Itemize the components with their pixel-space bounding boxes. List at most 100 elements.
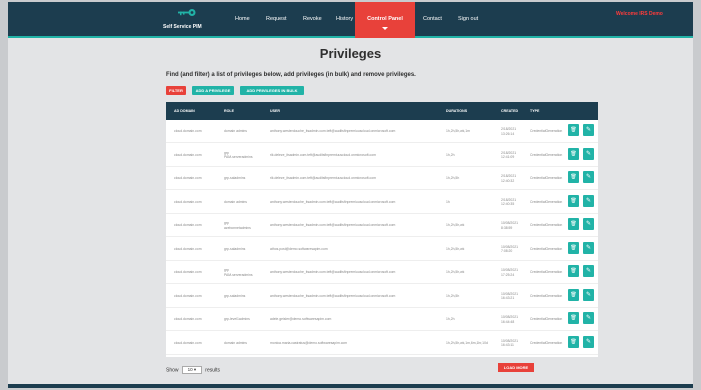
welcome-user[interactable]: Welcome IRS Demo bbox=[616, 11, 663, 17]
cell-durations: 1h,2h,5h,wk,1m,6m,1hr,10d bbox=[446, 340, 488, 345]
delete-icon[interactable]: 🗑 bbox=[568, 288, 579, 301]
cell-durations: 1h,2h,5h,wk bbox=[446, 270, 465, 274]
header-created[interactable]: CREATED bbox=[501, 109, 518, 113]
edit-icon[interactable]: ✎ bbox=[583, 241, 594, 254]
table-row: cloud.domain.com domain admins anthony.wes… bbox=[166, 191, 598, 214]
edit-icon[interactable]: ✎ bbox=[583, 312, 594, 324]
cell-durations: 1h,2h,5h,wk bbox=[446, 246, 465, 251]
cell-role: grp-saladmins bbox=[224, 246, 246, 251]
chevron-down-icon bbox=[382, 27, 388, 30]
cell-role: domain admins bbox=[224, 340, 247, 345]
cell-user: monica.maria.castratus@demo.softwaresapi… bbox=[270, 340, 348, 345]
cell-durations: 1h,2h bbox=[446, 317, 455, 321]
cell-type: CredentialGeneration bbox=[530, 293, 563, 298]
cell-domain: cloud.domain.com bbox=[174, 176, 202, 180]
delete-icon[interactable]: 🗑 bbox=[568, 241, 579, 254]
cell-created: 2/18/2021 12:40:35 bbox=[501, 197, 517, 207]
cell-durations: 1h,2h,5h,wk bbox=[446, 223, 465, 227]
table-header: AD DOMAIN ROLE USER DURATIONS CREATED TY… bbox=[166, 102, 598, 120]
edit-icon[interactable]: ✎ bbox=[583, 194, 594, 207]
edit-icon[interactable]: ✎ bbox=[583, 288, 594, 301]
cell-domain: cloud.domain.com bbox=[174, 246, 202, 251]
header-role[interactable]: ROLE bbox=[224, 109, 234, 113]
cell-user: anthony.westerdouche_itsadmin.com.teft@a… bbox=[270, 270, 396, 274]
page-size-select[interactable]: 10 ▾ bbox=[181, 366, 202, 374]
delete-icon[interactable]: 🗑 bbox=[568, 312, 579, 324]
cell-role: grp-saladmins bbox=[224, 176, 246, 180]
cell-type: CredentialGeneration bbox=[530, 176, 563, 180]
cell-user: anthony.westerdouche_itsadmin.com.teft@a… bbox=[270, 293, 396, 298]
delete-icon[interactable]: 🗑 bbox=[568, 171, 579, 183]
nav-control-panel[interactable]: Control Panel bbox=[355, 2, 415, 38]
cell-domain: cloud.domain.com bbox=[174, 293, 202, 298]
load-more-button[interactable]: LOAD MORE bbox=[498, 363, 534, 372]
nav-home[interactable]: Home bbox=[235, 16, 250, 22]
privileges-table: AD DOMAIN ROLE USER DURATIONS CREATED TY… bbox=[166, 102, 598, 357]
page-subtitle: Find (and filter) a list of privileges b… bbox=[166, 72, 416, 78]
app-frame: Self Service PIM Home Request Revoke His… bbox=[8, 2, 693, 388]
table-row: cloud.domain.com grp PAM-serveradmins antho… bbox=[166, 261, 598, 284]
edit-icon[interactable]: ✎ bbox=[583, 218, 594, 230]
table-row: cloud.domain.com domain admins anthony.wes… bbox=[166, 120, 598, 143]
cell-created: 2/18/2021 12:41:09 bbox=[501, 150, 517, 160]
nav-history[interactable]: History bbox=[336, 16, 353, 22]
cell-user: anthony.westerdouche_itsadmin.com.teft@a… bbox=[270, 199, 396, 204]
show-label: Show bbox=[166, 367, 179, 374]
cell-domain: cloud.domain.com bbox=[174, 152, 202, 157]
header-ad-domain[interactable]: AD DOMAIN bbox=[174, 109, 195, 113]
cell-user: anthony.westerdouche_itsadmin.com.teft@a… bbox=[270, 129, 396, 133]
cell-created: 10/08/2021 16:44:48 bbox=[501, 315, 518, 324]
cell-created: 10/08/2021 16:43:21 bbox=[501, 291, 518, 301]
edit-icon[interactable]: ✎ bbox=[583, 171, 594, 183]
cell-domain: cloud.domain.com bbox=[174, 270, 202, 274]
table-row: cloud.domain.com grp azebonnetadmins anthon… bbox=[166, 214, 598, 237]
cell-user: rik.deleze_itsadmin.com.teft@auditsfinpr… bbox=[270, 176, 376, 180]
edit-icon[interactable]: ✎ bbox=[583, 124, 594, 136]
page-size-control: Show 10 ▾ results bbox=[166, 366, 220, 374]
delete-icon[interactable]: 🗑 bbox=[568, 194, 579, 207]
cell-role: grp azebonnetadmins bbox=[224, 221, 251, 230]
cell-created: 10/08/2021 16:43:11 bbox=[501, 338, 518, 348]
results-label: results bbox=[205, 367, 221, 374]
cell-role: grp PAM-serveradmins bbox=[224, 150, 253, 160]
delete-icon[interactable]: 🗑 bbox=[568, 218, 579, 230]
header-type[interactable]: TYPE bbox=[530, 109, 539, 113]
table-row: cloud.domain.com domain admins monica.mari… bbox=[166, 332, 598, 355]
cell-domain: cloud.domain.com bbox=[174, 199, 202, 204]
cell-role: grp PAM-serveradmins bbox=[224, 268, 253, 277]
header-durations[interactable]: DURATIONS bbox=[446, 109, 467, 113]
cell-role: grp-saladmins bbox=[224, 293, 246, 298]
cell-role: grp-level1admins bbox=[224, 317, 250, 321]
delete-icon[interactable]: 🗑 bbox=[568, 124, 579, 136]
delete-icon[interactable]: 🗑 bbox=[568, 147, 579, 160]
cell-domain: cloud.domain.com bbox=[174, 317, 202, 321]
add-privilege-button[interactable]: ADD A PRIVILEGE bbox=[192, 86, 234, 95]
nav-contact[interactable]: Contact bbox=[423, 16, 442, 22]
cell-user: anthony.westerdouche_itsadmin.com.teft@a… bbox=[270, 223, 396, 227]
table-row: cloud.domain.com grp-saladmins athos.post@… bbox=[166, 238, 598, 261]
cell-role: domain admins bbox=[224, 129, 247, 133]
header-user[interactable]: USER bbox=[270, 109, 280, 113]
delete-icon[interactable]: 🗑 bbox=[568, 335, 579, 348]
cell-type: CredentialGeneration bbox=[530, 340, 563, 345]
nav-sign-out[interactable]: Sign out bbox=[458, 16, 478, 22]
edit-icon[interactable]: ✎ bbox=[583, 147, 594, 160]
cell-user: athos.post@demo.softwaresapim.com bbox=[270, 246, 328, 251]
cell-domain: cloud.domain.com bbox=[174, 223, 202, 227]
nav-revoke[interactable]: Revoke bbox=[303, 16, 322, 22]
cell-type: CredentialGeneration bbox=[530, 317, 563, 321]
cell-domain: cloud.domain.com bbox=[174, 340, 202, 345]
edit-icon[interactable]: ✎ bbox=[583, 265, 594, 277]
cell-domain: cloud.domain.com bbox=[174, 129, 202, 133]
delete-icon[interactable]: 🗑 bbox=[568, 265, 579, 277]
edit-icon[interactable]: ✎ bbox=[583, 335, 594, 348]
logo[interactable]: Self Service PIM bbox=[163, 6, 213, 34]
add-privileges-bulk-button[interactable]: ADD PRIVILEGES IN BULK bbox=[240, 86, 304, 95]
cell-type: CredentialGeneration bbox=[530, 199, 563, 204]
table-row: cloud.domain.com grp PAM-serveradmins rik.d… bbox=[166, 144, 598, 167]
cell-type: CredentialGeneration bbox=[530, 129, 563, 133]
page-title: Privileges bbox=[319, 46, 382, 61]
cell-created: 2/18/2021 13:26:14 bbox=[501, 127, 517, 136]
nav-request[interactable]: Request bbox=[266, 16, 287, 22]
filter-button[interactable]: FILTER bbox=[166, 86, 186, 95]
